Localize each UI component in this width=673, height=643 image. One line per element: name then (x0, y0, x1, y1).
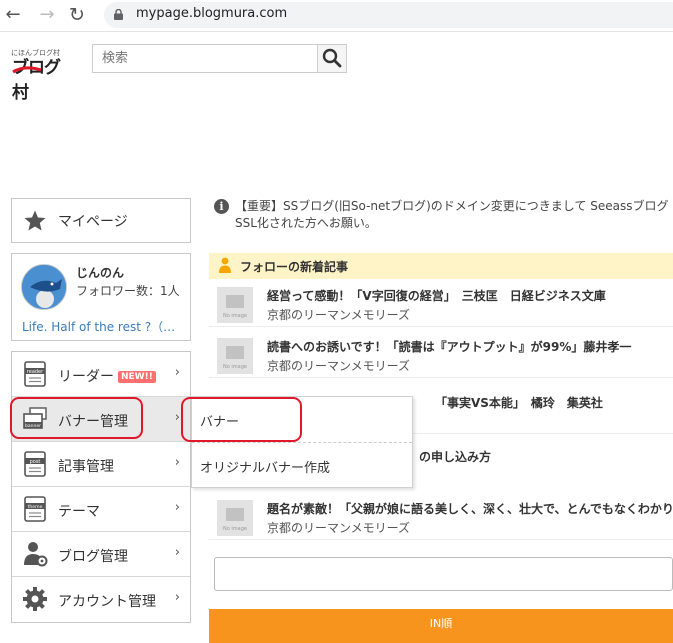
follow-section-title: フォローの新着記事 (240, 260, 349, 274)
in-ranking-tab[interactable]: IN順 (209, 609, 673, 643)
avatar-image (22, 265, 66, 309)
submenu-item-label: オリジナルバナー作成 (200, 461, 331, 476)
url-text: mypage.blogmura.com (136, 6, 288, 21)
reload-button[interactable]: ↻ (66, 4, 88, 26)
reader-icon: reader (24, 361, 46, 387)
search-input[interactable] (92, 44, 318, 73)
image-placeholder-icon (226, 295, 244, 308)
no-image-caption: No image (223, 364, 247, 370)
page: ← → ↻ mypage.blogmura.com にほんブログ村 ブログ村 マ… (0, 0, 673, 643)
sidebar-item-label: リーダー NEW!! (58, 366, 156, 386)
article-item[interactable]: No image 経営って感動！「V字回復の経営」 三枝匡 日経ビジネス文庫 京… (209, 281, 673, 327)
lock-icon (114, 9, 123, 20)
mypage-label: マイページ (58, 214, 128, 230)
new-badge: NEW!! (118, 371, 156, 383)
article-title[interactable]: 読書へのお誘いです！「読書は『アウトプット』が99%」藤井孝一 (267, 338, 631, 355)
post-icon: post (24, 451, 46, 477)
image-placeholder-icon (226, 346, 244, 359)
theme-label: テーマ (58, 504, 100, 520)
image-placeholder-icon (226, 508, 244, 521)
chevron-right-icon: › (174, 545, 180, 560)
article-title[interactable]: 題名が素敵！「父親が娘に語る美しく、深く、壮大で、とんでもなくわかりやすい (267, 500, 673, 517)
submenu-item-create-original-banner[interactable]: オリジナルバナー作成 (192, 443, 412, 488)
article-title[interactable]: 経営って感動！「V字回復の経営」 三枝匡 日経ビジネス文庫 (267, 287, 606, 304)
article-thumbnail: No image (217, 338, 253, 374)
article-title[interactable]: の申し込み方 (419, 448, 491, 465)
back-button[interactable]: ← (2, 4, 24, 26)
follow-section-header: フォローの新着記事 (209, 253, 673, 279)
gear-icon (23, 587, 47, 611)
search-icon (322, 48, 342, 68)
account-label: アカウント管理 (58, 594, 156, 610)
article-item[interactable]: No image 読書へのお誘いです！「読書は『アウトプット』が99%」藤井孝一… (209, 332, 673, 378)
mypage-link[interactable]: マイページ (11, 198, 191, 243)
in-ranking-label: IN順 (429, 617, 453, 630)
blog-description-link[interactable]: Life. Half of the rest ?（… (22, 318, 175, 335)
profile-card: じんのん フォロワー数：1人 Life. Half of the rest ?（… (11, 253, 191, 341)
article-title[interactable]: 「事実VS本能」 橘玲 集英社 (435, 394, 603, 411)
chevron-right-icon: › (174, 365, 180, 380)
theme-icon: theme (24, 496, 46, 522)
no-image-caption: No image (223, 313, 247, 319)
no-image-caption: No image (223, 526, 247, 532)
sidebar-item-account[interactable]: アカウント管理 › (12, 577, 190, 622)
forward-button[interactable]: → (36, 4, 58, 26)
sidebar-item-posts[interactable]: post 記事管理 › (12, 442, 190, 487)
svg-text:post: post (30, 459, 41, 465)
posts-label: 記事管理 (58, 459, 114, 475)
person-icon (219, 257, 231, 273)
article-source[interactable]: 京都のリーマンメモリーズ (267, 519, 410, 536)
logo-swoosh-icon (12, 66, 42, 74)
sidebar-item-reader[interactable]: reader リーダー NEW!! › (12, 352, 190, 397)
person-gear-icon (24, 542, 48, 567)
article-item[interactable]: No image 題名が素敵！「父親が娘に語る美しく、深く、壮大で、とんでもなく… (209, 494, 673, 540)
article-thumbnail: No image (217, 500, 253, 536)
annotation-highlight-banner-menu (10, 397, 143, 439)
chevron-right-icon: › (174, 500, 180, 515)
site-logo[interactable]: にほんブログ村 ブログ村 (10, 48, 74, 103)
sidebar-item-blog-management[interactable]: ブログ管理 › (12, 532, 190, 577)
search-button[interactable] (317, 44, 347, 73)
avatar[interactable] (21, 264, 67, 310)
browser-toolbar: ← → ↻ mypage.blogmura.com (0, 0, 673, 32)
chevron-right-icon: › (174, 410, 180, 425)
info-icon: i (214, 199, 229, 214)
notice-link[interactable]: 【重要】SSブログ(旧So-netブログ)のドメイン変更につきまして Seeas… (235, 198, 673, 232)
svg-text:theme: theme (28, 504, 43, 510)
sidebar-item-theme[interactable]: theme テーマ › (12, 487, 190, 532)
text-input-box[interactable] (214, 557, 673, 591)
follower-count: フォロワー数：1人 (76, 284, 180, 298)
chevron-right-icon: › (174, 590, 180, 605)
chevron-right-icon: › (174, 455, 180, 470)
star-icon (24, 210, 46, 231)
svg-text:reader: reader (27, 369, 44, 375)
profile-name[interactable]: じんのん (76, 264, 124, 281)
sidebar-menu: reader リーダーNEW!! › banner バナー管理 › post (11, 351, 191, 623)
blog-management-label: ブログ管理 (58, 549, 128, 565)
address-bar[interactable]: mypage.blogmura.com (104, 2, 673, 28)
logo-text: ブログ村 (12, 58, 61, 103)
article-source[interactable]: 京都のリーマンメモリーズ (267, 306, 410, 323)
article-thumbnail: No image (217, 287, 253, 323)
article-source[interactable]: 京都のリーマンメモリーズ (267, 357, 410, 374)
reader-label: リーダー (58, 369, 114, 385)
annotation-highlight-banner-submenu (181, 397, 302, 442)
